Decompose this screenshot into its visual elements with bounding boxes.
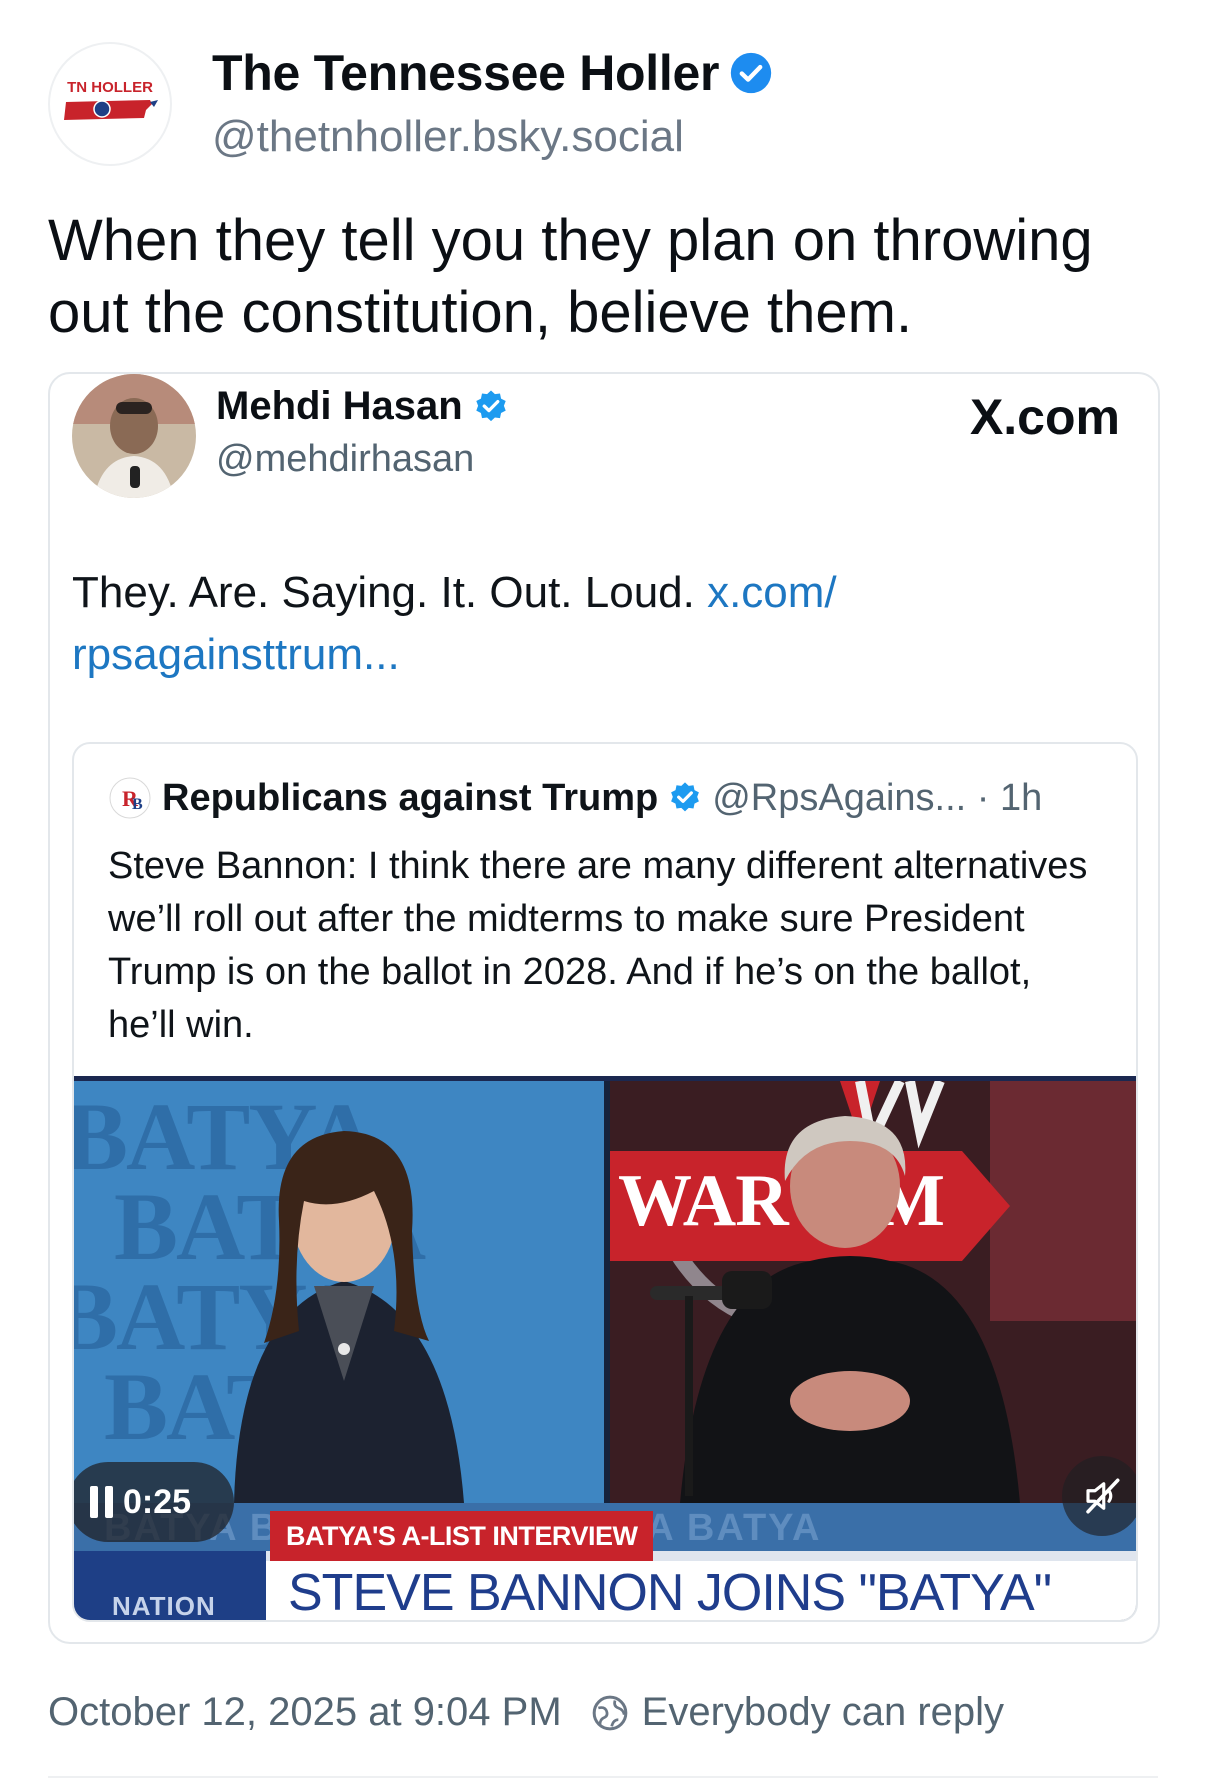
verified-badge-icon — [476, 390, 506, 421]
muted-speaker-icon — [1086, 1478, 1120, 1514]
post-footer: October 12, 2025 at 9:04 PM Everybody ca… — [48, 1690, 1004, 1735]
embed-author-name-text: Mehdi Hasan — [216, 384, 463, 428]
anchor-figure — [234, 1131, 464, 1503]
video-player[interactable]: BATYA BATYA BATYA BATYA — [74, 1076, 1136, 1622]
post-text: When they tell you they plan on throwing… — [48, 208, 1093, 345]
embed-card[interactable]: Mehdi Hasan @mehdirhasan X.com They. Are… — [48, 372, 1160, 1644]
verified-badge-icon — [671, 782, 700, 812]
globe-icon — [592, 1695, 627, 1730]
embed-avatar[interactable] — [72, 374, 196, 498]
quoted-author-meta: @RpsAgains... · 1h — [712, 776, 1043, 819]
author-handle[interactable]: @thetnholler.bsky.social — [212, 112, 684, 162]
author-avatar[interactable]: TN HOLLER — [48, 42, 172, 166]
pause-icon[interactable] — [90, 1486, 113, 1518]
embed-author-handle[interactable]: @mehdirhasan — [216, 438, 474, 481]
bannon-figure — [650, 1116, 1020, 1503]
quoted-tweet[interactable]: R B Republicans against Trump @RpsAgains… — [72, 742, 1138, 1622]
rpsagainst-avatar-icon: R B — [109, 777, 151, 819]
lower-third-headline: STEVE BANNON JOINS "BATYA" — [288, 1564, 1052, 1622]
video-lower-third: BATYA BATYA BATYA BATYA BATYA NATION STE… — [74, 1503, 1136, 1622]
verified-badge-icon — [730, 52, 772, 94]
embed-text: They. Are. Saying. It. Out. Loud. x.com/… — [72, 562, 1112, 686]
mute-button[interactable] — [1062, 1456, 1136, 1536]
svg-text:B: B — [132, 796, 143, 813]
video-time: 0:25 — [123, 1482, 192, 1521]
post-timestamp: October 12, 2025 at 9:04 PM — [48, 1690, 562, 1734]
person-photo — [72, 374, 196, 498]
author-name[interactable]: The Tennessee Holler — [212, 44, 773, 102]
reply-setting-label: Everybody can reply — [641, 1690, 1005, 1734]
lower-third-label: BATYA'S A-LIST INTERVIEW — [270, 1511, 654, 1561]
video-right-panel: WAR R M — [610, 1081, 1136, 1503]
quoted-tweet-text: Steve Bannon: I think there are many dif… — [108, 845, 1088, 1046]
bottom-divider — [48, 1776, 1158, 1778]
network-logo-text: NATION — [112, 1591, 216, 1621]
network-logo-box: NATION — [74, 1551, 266, 1621]
embed-text-body: They. Are. Saying. It. Out. Loud. — [72, 568, 708, 617]
quoted-tweet-header: R B Republicans against Trump @RpsAgains… — [108, 776, 1042, 820]
author-name-text: The Tennessee Holler — [212, 45, 720, 101]
video-left-panel: BATYA BATYA BATYA BATYA — [74, 1081, 604, 1503]
quoted-author-name[interactable]: Republicans against Trump — [162, 777, 658, 820]
embed-source-label: X.com — [969, 389, 1120, 445]
reply-setting[interactable]: Everybody can reply — [590, 1690, 1004, 1735]
tn-holler-logo: TN HOLLER — [64, 79, 158, 120]
svg-text:TN HOLLER: TN HOLLER — [67, 79, 153, 96]
playback-control[interactable]: 0:25 — [74, 1462, 234, 1542]
embed-author-name[interactable]: Mehdi Hasan — [216, 384, 509, 429]
